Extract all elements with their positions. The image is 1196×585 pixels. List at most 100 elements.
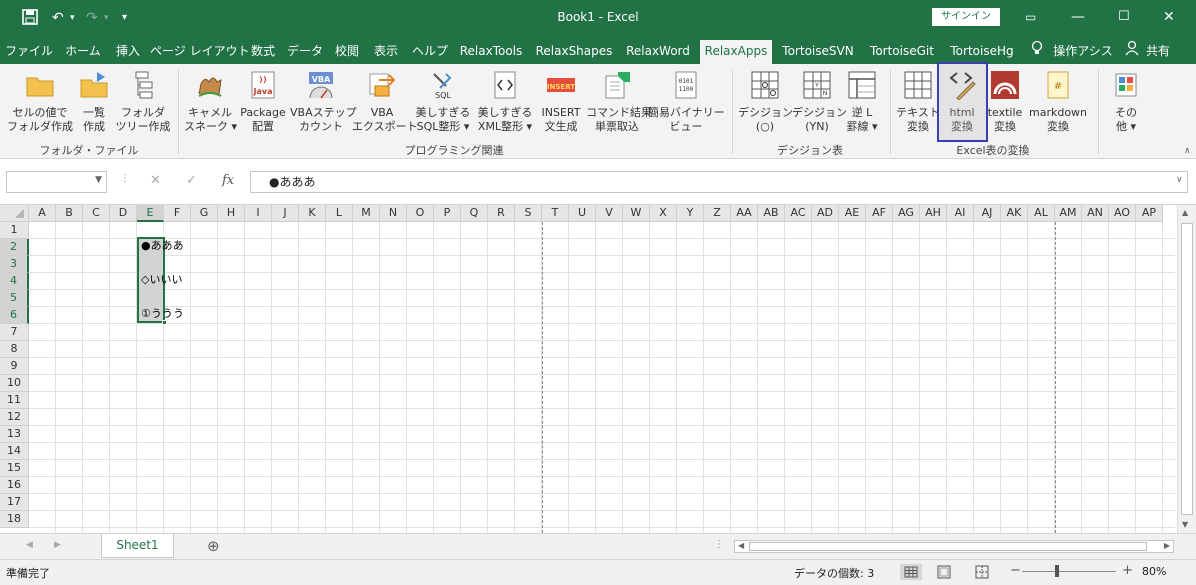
enter-icon[interactable]: ✓ — [186, 173, 197, 188]
column-header-d[interactable]: D — [110, 205, 137, 222]
column-header-ap[interactable]: AP — [1136, 205, 1163, 222]
package-deploy-button[interactable]: Java Package 配置 — [238, 68, 288, 140]
tell-me-search[interactable]: 操作アシス — [1052, 40, 1114, 64]
column-header-ad[interactable]: AD — [812, 205, 839, 222]
column-header-i[interactable]: I — [245, 205, 272, 222]
row-header-11[interactable]: 11 — [0, 392, 29, 409]
column-header-o[interactable]: O — [407, 205, 434, 222]
tab-relaxtools[interactable]: RelaxTools — [454, 40, 528, 64]
close-icon[interactable]: ✕ — [1163, 8, 1175, 26]
tab-relaxword[interactable]: RelaxWord — [620, 40, 696, 64]
tab-file[interactable]: ファイル — [4, 40, 54, 64]
scroll-right-icon[interactable]: ▶ — [1164, 541, 1170, 550]
row-header-18[interactable]: 18 — [0, 511, 29, 528]
row-header-12[interactable]: 12 — [0, 409, 29, 426]
column-header-c[interactable]: C — [83, 205, 110, 222]
row-header-13[interactable]: 13 — [0, 426, 29, 443]
row-header-8[interactable]: 8 — [0, 341, 29, 358]
zoom-slider-thumb[interactable] — [1055, 565, 1059, 577]
sheet-tab-sheet1[interactable]: Sheet1 — [101, 534, 174, 558]
row-header-4[interactable]: 4 — [0, 273, 29, 290]
tab-tortoisegit[interactable]: TortoiseGit — [864, 40, 940, 64]
row-header-10[interactable]: 10 — [0, 375, 29, 392]
prev-sheet-icon[interactable]: ◀ — [26, 540, 33, 550]
tab-relaxapps[interactable]: RelaxApps — [700, 40, 772, 64]
column-header-ag[interactable]: AG — [893, 205, 920, 222]
column-header-g[interactable]: G — [191, 205, 218, 222]
worksheet-grid[interactable]: A B C D E F G H I J K L M N O P Q R S T U V W X Y Z AA AB AC AD AE AF AG… — [0, 205, 1196, 533]
create-folder-from-cells-button[interactable]: セルの値で フォルダ作成 — [6, 68, 74, 140]
row-header-17[interactable]: 17 — [0, 494, 29, 511]
lightbulb-icon[interactable] — [1028, 40, 1046, 64]
vba-step-count-button[interactable]: VBA VBAステップ カウント — [290, 68, 357, 140]
column-header-h[interactable]: H — [218, 205, 245, 222]
markdown-convert-button[interactable]: # markdown 変換 — [1026, 68, 1090, 140]
minimize-icon[interactable]: — — [1071, 8, 1085, 26]
column-header-t[interactable]: T — [542, 205, 569, 222]
column-header-z[interactable]: Z — [704, 205, 731, 222]
column-header-ac[interactable]: AC — [785, 205, 812, 222]
column-header-l[interactable]: L — [326, 205, 353, 222]
row-header-1[interactable]: 1 — [0, 222, 29, 239]
row-header-3[interactable]: 3 — [0, 256, 29, 273]
horizontal-scrollbar[interactable]: ◀ ▶ — [734, 540, 1174, 553]
column-header-f[interactable]: F — [164, 205, 191, 222]
page-break-view-icon[interactable] — [974, 564, 990, 583]
tab-home[interactable]: ホーム — [60, 40, 106, 64]
row-header-6[interactable]: 6 — [0, 307, 29, 324]
add-sheet-icon[interactable]: ⊕ — [207, 537, 220, 555]
column-header-q[interactable]: Q — [461, 205, 488, 222]
cancel-icon[interactable]: ✕ — [150, 173, 161, 188]
tab-review[interactable]: 校閲 — [330, 40, 364, 64]
cell-e4[interactable]: ◇いいい — [141, 271, 182, 288]
vba-export-button[interactable]: VBA エクスポート — [352, 68, 418, 140]
tab-relaxshapes[interactable]: RelaxShapes — [532, 40, 616, 64]
signin-button[interactable]: サインイン — [932, 8, 1000, 26]
share-person-icon[interactable] — [1122, 40, 1142, 64]
formula-input[interactable]: ●あああ — [250, 171, 1188, 193]
vertical-scroll-thumb[interactable] — [1181, 223, 1193, 515]
next-sheet-icon[interactable]: ▶ — [54, 540, 61, 550]
insert-statement-button[interactable]: INSERT INSERT 文生成 — [536, 68, 586, 140]
create-list-button[interactable]: 一覧 作成 — [74, 68, 114, 140]
tab-tortoisehg[interactable]: TortoiseHg — [944, 40, 1020, 64]
scroll-left-icon[interactable]: ◀ — [738, 541, 744, 550]
folder-tree-button[interactable]: フォルダ ツリー作成 — [114, 68, 172, 140]
column-header-n[interactable]: N — [380, 205, 407, 222]
column-header-ao[interactable]: AO — [1109, 205, 1136, 222]
normal-view-icon[interactable] — [900, 564, 922, 580]
sql-format-button[interactable]: SQL 美しすぎる SQL整形 ▾ — [412, 68, 474, 140]
binary-viewer-button[interactable]: 0101 1100 簡易バイナリー ビュー — [648, 68, 725, 140]
command-result-import-button[interactable]: コマンド結果 単票取込 — [586, 68, 652, 140]
scroll-down-icon[interactable]: ▼ — [1182, 520, 1188, 529]
column-header-ai[interactable]: AI — [947, 205, 974, 222]
cell-e2[interactable]: ●あああ — [141, 237, 184, 254]
collapse-ribbon-icon[interactable]: ∧ — [1184, 146, 1191, 156]
expand-formula-bar-icon[interactable]: ∨ — [1176, 175, 1183, 185]
zoom-slider-track[interactable] — [1022, 571, 1116, 572]
decision-yn-button[interactable]: YN デシジョン (YN) — [792, 68, 847, 140]
column-header-p[interactable]: P — [434, 205, 461, 222]
column-header-ab[interactable]: AB — [758, 205, 785, 222]
vertical-scrollbar[interactable]: ▲ ▼ — [1177, 205, 1196, 533]
xml-format-button[interactable]: 美しすぎる XML整形 ▾ — [474, 68, 536, 140]
maximize-icon[interactable]: ☐ — [1118, 8, 1130, 26]
column-header-an[interactable]: AN — [1082, 205, 1109, 222]
column-header-j[interactable]: J — [272, 205, 299, 222]
insert-function-icon[interactable]: fx — [222, 173, 234, 188]
tab-formulas[interactable]: 数式 — [246, 40, 280, 64]
column-header-b[interactable]: B — [56, 205, 83, 222]
share-button[interactable]: 共有 — [1142, 40, 1174, 64]
column-header-v[interactable]: V — [596, 205, 623, 222]
tab-insert[interactable]: 挿入 — [110, 40, 146, 64]
column-header-u[interactable]: U — [569, 205, 596, 222]
column-header-r[interactable]: R — [488, 205, 515, 222]
tab-data[interactable]: データ — [284, 40, 326, 64]
row-header-14[interactable]: 14 — [0, 443, 29, 460]
column-header-ah[interactable]: AH — [920, 205, 947, 222]
splitter-grip-icon[interactable]: ⋮ — [714, 539, 724, 550]
zoom-out-button[interactable]: − — [1010, 563, 1021, 578]
tab-page-layout[interactable]: ページ レイアウト — [150, 40, 250, 64]
fill-handle[interactable] — [162, 320, 167, 325]
column-header-ae[interactable]: AE — [839, 205, 866, 222]
